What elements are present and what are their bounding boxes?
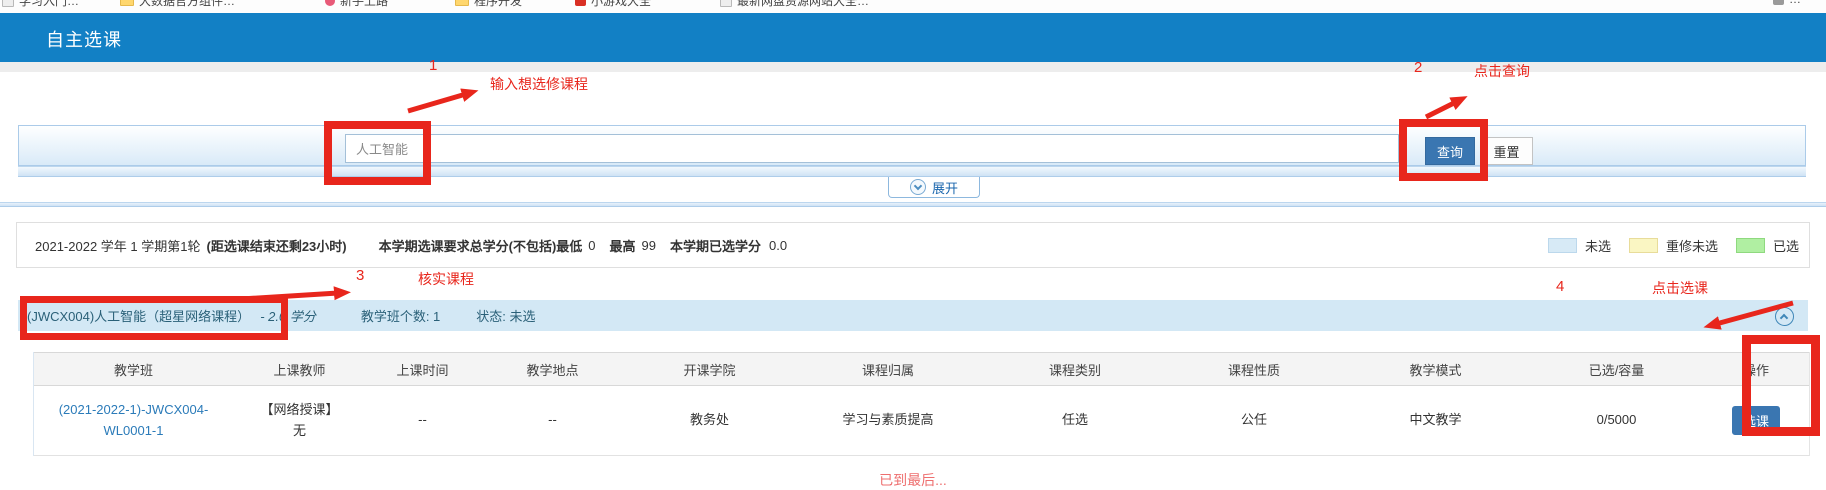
class-name-link[interactable]: (2021-2022-1)-JWCX004-WL0001-1	[34, 400, 233, 440]
selected-credit-value: 0.0	[769, 238, 787, 253]
end-of-list-text: 已到最后...	[18, 470, 1808, 490]
cell-belonging: 学习与素质提高	[793, 386, 983, 455]
annotation-step4-number: 4	[1556, 278, 1564, 295]
annotation-step1-label: 输入想选修课程	[490, 74, 588, 94]
annotation-step3-number: 3	[356, 267, 364, 284]
credit-min-value: 0	[588, 238, 595, 253]
col-mode: 教学模式	[1341, 353, 1530, 385]
credit-max-value: 99	[642, 238, 656, 253]
col-place: 教学地点	[479, 353, 626, 385]
retake-swatch	[1629, 238, 1658, 253]
annotation-step2-number: 2	[1414, 59, 1422, 76]
table-row: (2021-2022-1)-JWCX004-WL0001-1 【网络授课】 无 …	[34, 386, 1809, 456]
bookmark-item[interactable]: 学习入门…	[2, 0, 79, 9]
cell-category: 任选	[983, 386, 1167, 455]
table-header-row: 教学班 上课教师 上课时间 教学地点 开课学院 课程归属 课程类别 课程性质 教…	[34, 352, 1809, 386]
cell-college: 教务处	[626, 386, 793, 455]
status-legend: 未选 重修未选 已选	[1548, 223, 1799, 267]
course-credit: - 2.0 学分	[260, 306, 316, 325]
browser-bookmarks-bar: 学习入门… 大数据官方组件… 新手上路 程序开发 小游戏大全 最新网盘资源网站大…	[0, 0, 1826, 13]
col-teacher: 上课教师	[233, 353, 366, 385]
col-action: 操作	[1703, 353, 1809, 385]
col-capacity: 已选/容量	[1530, 353, 1703, 385]
bookmark-label: 学习入门…	[19, 0, 79, 9]
selected-swatch	[1736, 238, 1765, 253]
page-icon	[2, 0, 14, 7]
query-button[interactable]: 查询	[1425, 137, 1475, 165]
search-panel-bottom-bar	[18, 166, 1806, 177]
course-group-bar[interactable]: (JWCX004)人工智能（超星网络课程） - 2.0 学分 教学班个数: 1 …	[18, 300, 1808, 331]
bookmark-label: 大数据官方组件…	[139, 0, 235, 9]
search-panel: 查询 重置	[18, 125, 1806, 166]
col-belonging: 课程归属	[793, 353, 983, 385]
countdown-text: (距选课结束还剩23小时)	[206, 236, 346, 255]
cell-time: --	[366, 386, 479, 455]
bookmark-item[interactable]: 新手上路	[325, 0, 388, 9]
cell-capacity: 0/5000	[1530, 386, 1703, 455]
annotation-step3-label: 核实课程	[418, 269, 474, 289]
unselected-swatch	[1548, 238, 1577, 253]
cell-mode: 中文教学	[1341, 386, 1530, 455]
course-title: (JWCX004)人工智能（超星网络课程）	[27, 306, 250, 325]
annotation-step2-label: 点击查询	[1474, 61, 1530, 81]
bookmark-item[interactable]: 大数据官方组件…	[120, 0, 235, 9]
dot-icon	[325, 0, 335, 6]
legend-item-selected: 已选	[1736, 236, 1799, 255]
course-status: 状态: 未选	[476, 306, 535, 325]
select-course-button[interactable]: 选课	[1732, 406, 1780, 435]
bookmark-item[interactable]: 程序开发	[455, 0, 522, 9]
legend-label: 重修未选	[1666, 236, 1718, 255]
bookmark-label: 新手上路	[340, 0, 388, 9]
round-text: 第1轮	[167, 236, 200, 255]
annotation-step4-label: 点击选课	[1652, 278, 1708, 298]
chevron-down-icon	[910, 179, 926, 195]
bookmark-item[interactable]: 最新网盘资源网站大全…	[720, 0, 869, 9]
device-icon	[1773, 0, 1784, 5]
folder-icon	[455, 0, 469, 6]
page-icon	[720, 0, 732, 7]
folder-icon	[120, 0, 134, 6]
legend-label: 已选	[1773, 236, 1799, 255]
bookmark-item[interactable]: 小游戏大全	[575, 0, 651, 9]
credit-max-label: 最高	[610, 236, 636, 255]
badge-icon	[575, 0, 586, 6]
annotation-step1-number: 1	[429, 57, 437, 74]
legend-label: 未选	[1585, 236, 1611, 255]
col-category: 课程类别	[983, 353, 1167, 385]
bookmark-label: 最新网盘资源网站大全…	[737, 0, 869, 9]
bookmark-overflow-label: …	[1789, 0, 1801, 6]
credit-value: 2.0 学分	[268, 309, 316, 324]
expand-label: 展开	[932, 178, 958, 197]
credit-requirement-label: 本学期选课要求总学分(不包括)最低	[379, 236, 583, 255]
credit-prefix: -	[260, 309, 268, 324]
col-teaching-class: 教学班	[34, 353, 233, 385]
selected-credit-label: 本学期已选学分	[670, 236, 761, 255]
bookmark-overflow[interactable]: …	[1773, 0, 1801, 6]
legend-item-retake: 重修未选	[1629, 236, 1718, 255]
bookmark-label: 程序开发	[474, 0, 522, 9]
header-divider	[0, 62, 1826, 72]
page-header: 自主选课	[0, 13, 1826, 62]
teaching-class-table: 教学班 上课教师 上课时间 教学地点 开课学院 课程归属 课程类别 课程性质 教…	[33, 352, 1810, 456]
term-text: 2021-2022 学年 1 学期	[35, 236, 167, 255]
course-search-input[interactable]	[345, 134, 1399, 163]
col-time: 上课时间	[366, 353, 479, 385]
bookmark-label: 小游戏大全	[591, 0, 651, 9]
expand-toggle[interactable]: 展开	[888, 177, 980, 198]
term-info-bar: 2021-2022 学年 1 学期 第1轮 (距选课结束还剩23小时) 本学期选…	[16, 222, 1810, 268]
legend-item-unselected: 未选	[1548, 236, 1611, 255]
page-title: 自主选课	[46, 26, 122, 52]
section-divider-bar	[0, 202, 1826, 207]
class-count: 教学班个数: 1	[361, 306, 440, 325]
chevron-up-icon[interactable]	[1775, 307, 1794, 326]
col-nature: 课程性质	[1167, 353, 1341, 385]
cell-teacher: 【网络授课】 无	[233, 386, 366, 455]
cell-nature: 公任	[1167, 386, 1341, 455]
col-college: 开课学院	[626, 353, 793, 385]
cell-place: --	[479, 386, 626, 455]
reset-button[interactable]: 重置	[1480, 137, 1533, 165]
